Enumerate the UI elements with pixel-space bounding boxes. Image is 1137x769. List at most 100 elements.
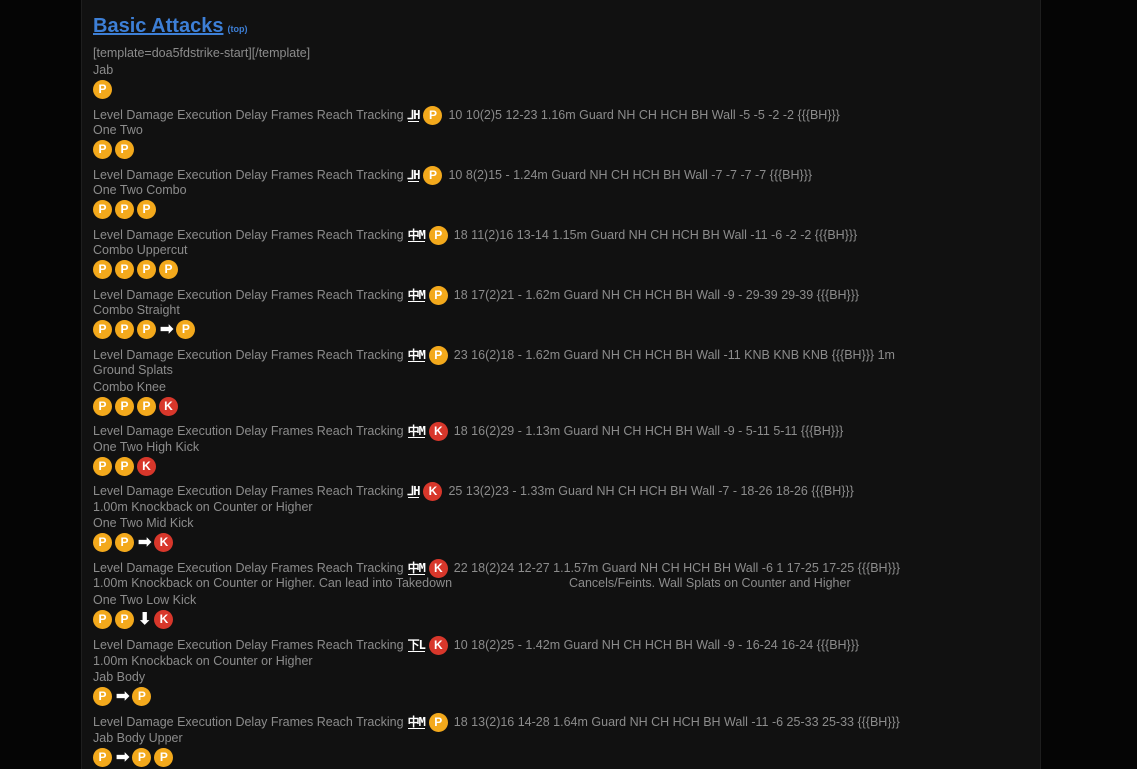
- stat-values: 10 18(2)25 - 1.42m Guard NH CH HCH BH Wa…: [453, 638, 860, 652]
- kick-button-icon: K: [154, 532, 174, 552]
- stat-values: 23 16(2)18 - 1.62m Guard NH CH HCH BH Wa…: [453, 348, 895, 362]
- move-name: Combo Straight: [93, 303, 180, 317]
- kick-button-icon: K: [137, 456, 156, 476]
- punch-button-icon: P: [115, 259, 134, 279]
- punch-button-icon: P: [93, 532, 112, 552]
- stat-values: 10 10(2)5 12-23 1.16m Guard NH CH HCH BH…: [448, 108, 840, 122]
- move-note: Ground Splats: [93, 363, 173, 377]
- page-panel: Basic Attacks (top) [template=doa5fdstrik…: [81, 0, 1041, 769]
- hit-level-icon: 中M: [407, 424, 426, 438]
- punch-button-icon: P: [115, 396, 134, 416]
- punch-button-icon: P: [93, 259, 112, 279]
- hit-level-icon: 中M: [407, 715, 426, 729]
- hit-level-icon: ⅃H: [407, 484, 420, 498]
- move-note: 1.00m Knockback on Counter or Higher. Ca…: [93, 576, 453, 590]
- move-stats-row: Level Damage Execution Delay Frames Reac…: [93, 346, 895, 365]
- punch-button-icon: P: [93, 686, 112, 706]
- stat-label: Level Damage Execution Delay Frames Reac…: [93, 715, 404, 729]
- move-name: One Two Low Kick: [93, 593, 197, 607]
- punch-button-icon: P: [137, 259, 156, 279]
- move-stats-row: Level Damage Execution Delay Frames Reac…: [93, 422, 843, 441]
- hit-level-icon: 下L: [407, 638, 426, 652]
- punch-button-icon: P: [423, 166, 443, 185]
- punch-button-icon: P: [93, 609, 112, 629]
- hit-level-icon: 中M: [407, 228, 426, 242]
- punch-button-icon: P: [137, 199, 156, 219]
- move-name: Combo Uppercut: [93, 243, 188, 257]
- punch-button-icon: P: [154, 747, 174, 767]
- punch-button-icon: P: [93, 319, 112, 339]
- stat-values: 10 8(2)15 - 1.24m Guard NH CH HCH BH Wal…: [448, 168, 813, 182]
- punch-button-icon: P: [115, 456, 134, 476]
- punch-button-icon: P: [428, 346, 448, 365]
- punch-button-icon: P: [115, 532, 134, 552]
- stat-values: 18 17(2)21 - 1.62m Guard NH CH HCH BH Wa…: [453, 288, 860, 302]
- kick-button-icon: K: [423, 482, 443, 501]
- hit-level-icon: ⅃H: [407, 108, 420, 122]
- hit-level-icon: 中M: [407, 288, 426, 302]
- move-inputs: P ➡ P: [93, 685, 154, 707]
- punch-button-icon: P: [115, 139, 134, 159]
- punch-button-icon: P: [423, 106, 443, 125]
- punch-button-icon: P: [93, 747, 112, 767]
- stat-values: 18 16(2)29 - 1.13m Guard NH CH HCH BH Wa…: [453, 424, 844, 438]
- punch-button-icon: P: [132, 747, 152, 767]
- move-stats-row: Level Damage Execution Delay Frames Reac…: [93, 226, 857, 245]
- kick-button-icon: K: [154, 609, 174, 629]
- punch-button-icon: P: [93, 396, 112, 416]
- move-name: One Two High Kick: [93, 440, 200, 454]
- stat-values: 18 11(2)16 13-14 1.15m Guard NH CH HCH B…: [453, 228, 858, 242]
- move-stats-row: Level Damage Execution Delay Frames Reac…: [93, 166, 812, 185]
- punch-button-icon: P: [137, 396, 156, 416]
- punch-button-icon: P: [428, 286, 448, 305]
- punch-button-icon: P: [115, 609, 134, 629]
- punch-button-icon: P: [176, 319, 196, 339]
- move-name: One Two: [93, 123, 143, 137]
- move-name: Jab Body: [93, 670, 146, 684]
- arrow-right-icon: ➡: [116, 748, 130, 766]
- punch-button-icon: P: [115, 199, 134, 219]
- move-note: Cancels/Feints. Wall Splats on Counter a…: [569, 576, 851, 590]
- arrow-right-icon: ➡: [138, 533, 152, 551]
- arrow-right-icon: ➡: [116, 687, 130, 705]
- move-inputs: PP: [93, 138, 137, 160]
- stat-label: Level Damage Execution Delay Frames Reac…: [93, 638, 404, 652]
- punch-button-icon: P: [132, 686, 152, 706]
- move-inputs: P P ➡ K: [93, 531, 176, 553]
- move-inputs: PPPK: [93, 395, 181, 417]
- kick-button-icon: K: [428, 636, 448, 655]
- move-inputs: P ➡ P P: [93, 746, 176, 768]
- punch-button-icon: P: [115, 319, 134, 339]
- section-title-link[interactable]: Basic Attacks: [93, 15, 223, 37]
- hit-level-icon: ⅃H: [407, 168, 420, 182]
- stat-label: Level Damage Execution Delay Frames Reac…: [93, 484, 404, 498]
- move-note: 1.00m Knockback on Counter or Higher: [93, 654, 313, 668]
- move-inputs: P P P ➡ P: [93, 318, 198, 340]
- stat-values: 25 13(2)23 - 1.33m Guard NH CH HCH BH Wa…: [448, 484, 854, 498]
- punch-button-icon: P: [93, 456, 112, 476]
- top-link[interactable]: (top): [227, 24, 247, 34]
- punch-button-icon: P: [428, 226, 448, 245]
- punch-button-icon: P: [159, 259, 178, 279]
- move-stats-row: Level Damage Execution Delay Frames Reac…: [93, 713, 900, 732]
- move-inputs: P: [93, 78, 115, 100]
- stat-values: 18 13(2)16 14-28 1.64m Guard NH CH HCH B…: [453, 715, 900, 729]
- move-name: Jab Body Upper: [93, 731, 183, 745]
- punch-button-icon: P: [93, 199, 112, 219]
- hit-level-icon: 中M: [407, 561, 426, 575]
- punch-button-icon: P: [93, 139, 112, 159]
- move-stats-row: Level Damage Execution Delay Frames Reac…: [93, 106, 840, 125]
- kick-button-icon: K: [428, 422, 448, 441]
- move-inputs: PPK: [93, 455, 159, 477]
- move-name: Combo Knee: [93, 380, 166, 394]
- section-header: Basic Attacks (top): [93, 15, 247, 38]
- move-stats-row: Level Damage Execution Delay Frames Reac…: [93, 286, 859, 305]
- kick-button-icon: K: [159, 396, 178, 416]
- punch-button-icon: P: [428, 713, 448, 732]
- move-inputs: P P ⬇ K: [93, 608, 176, 630]
- hit-level-icon: 中M: [407, 348, 426, 362]
- move-name: Jab: [93, 63, 114, 77]
- move-inputs: PPPP: [93, 258, 181, 280]
- move-name: One Two Combo: [93, 183, 187, 197]
- move-inputs: PPP: [93, 198, 159, 220]
